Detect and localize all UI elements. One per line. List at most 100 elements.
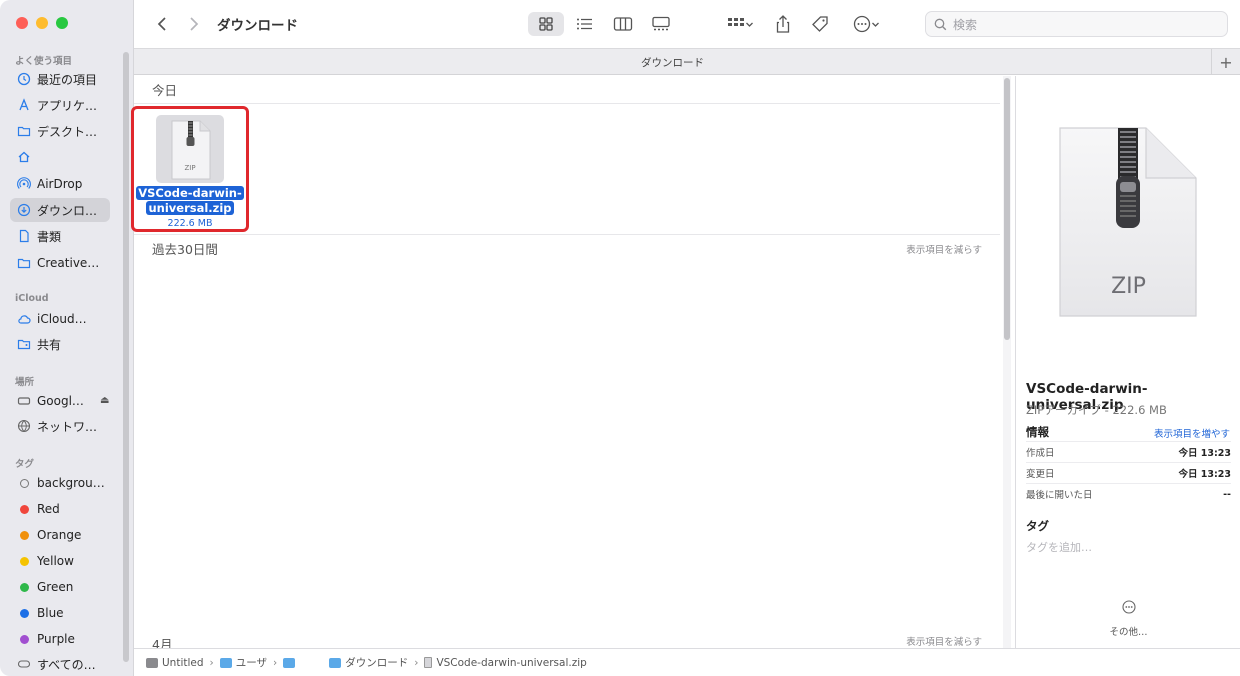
zip-file-icon: ZIP: [156, 115, 224, 183]
sidebar-item-label: Creative…: [37, 256, 100, 270]
search-placeholder: 検索: [953, 17, 978, 32]
path-crumb-untitled[interactable]: Untitled: [146, 657, 204, 669]
sidebar-item-applications[interactable]: アプリケ…: [10, 93, 110, 117]
sidebar-tag-red[interactable]: Red: [10, 497, 110, 521]
eject-icon[interactable]: ⏏: [100, 395, 109, 406]
new-tab-button[interactable]: +: [1211, 49, 1240, 75]
group-title: 過去30日間: [152, 242, 218, 257]
show-more-link[interactable]: 表示項目を増やす: [1154, 426, 1230, 440]
sidebar-item-label: すべての…: [37, 657, 96, 672]
file-name-line2: universal.zip: [146, 201, 234, 215]
ellipsis-circle-icon[interactable]: [1122, 600, 1136, 614]
sidebar-item-label: Green: [37, 580, 74, 594]
file-browser: 今日 過去30日間 表示項目を減らす 4月 表示項目を減らす: [134, 76, 1002, 650]
sidebar-tag-background[interactable]: backgrou…: [10, 471, 110, 495]
window-controls: [16, 17, 68, 29]
sidebar-item-label: AirDrop: [37, 177, 83, 191]
file-name[interactable]: VSCode-darwin- universal.zip: [134, 186, 246, 216]
file-name-line1: VSCode-darwin-: [136, 186, 244, 200]
info-row-last-opened: 最後に開いた日 --: [1026, 483, 1231, 504]
tag-button[interactable]: [809, 12, 831, 36]
sidebar-item-label: Yellow: [37, 554, 74, 568]
group-title: 今日: [152, 83, 178, 98]
sidebar-tag-all[interactable]: すべての…: [10, 652, 110, 676]
sidebar-item-label: Orange: [37, 528, 82, 542]
zip-file-icon: [424, 657, 433, 668]
sidebar-item-creative[interactable]: Creative…: [10, 251, 110, 275]
file-item-vscode-zip[interactable]: ZIP VSCode-darwin- universal.zip 222.6 M…: [131, 106, 249, 232]
sidebar-tag-yellow[interactable]: Yellow: [10, 549, 110, 573]
sidebar: よく使う項目 最近の項目 アプリケ… デスクト… AirDrop ダウンロ… 書…: [0, 0, 134, 676]
sidebar-item-google-drive[interactable]: Googl… ⏏: [10, 389, 110, 413]
home-folder-icon: [283, 657, 296, 668]
more-button-label[interactable]: その他…: [1016, 624, 1240, 638]
chevron-right-icon: [190, 17, 199, 31]
folder-icon: [17, 256, 31, 270]
cloud-icon: [17, 312, 31, 326]
group-by-button[interactable]: [722, 12, 758, 36]
sidebar-item-airdrop[interactable]: AirDrop: [10, 172, 110, 196]
purple-tag-icon: [17, 632, 31, 646]
folder-icon: [329, 657, 342, 668]
close-button[interactable]: [16, 17, 28, 29]
crumb-label: VSCode-darwin-universal.zip: [436, 656, 587, 669]
sidebar-scrollbar[interactable]: [123, 52, 129, 662]
folder-icon: [17, 124, 31, 138]
content-scrollbar[interactable]: [1003, 76, 1011, 648]
share-icon: [776, 15, 790, 33]
sidebar-section-tags: タグ: [15, 459, 35, 470]
sidebar-tag-green[interactable]: Green: [10, 575, 110, 599]
column-view-button[interactable]: [610, 12, 636, 36]
zip-thumb-label: ZIP: [184, 164, 196, 172]
sidebar-item-icloud-drive[interactable]: iCloud…: [10, 307, 110, 331]
sidebar-item-label: ダウンロ…: [37, 203, 98, 218]
forward-button[interactable]: [184, 12, 204, 36]
minimize-button[interactable]: [36, 17, 48, 29]
sidebar-item-shared[interactable]: 共有: [10, 332, 110, 356]
path-separator-icon: ›: [209, 656, 214, 669]
grid-icon: [539, 17, 553, 31]
tab-downloads[interactable]: ダウンロード: [134, 55, 1211, 70]
path-crumb-downloads[interactable]: ダウンロード: [329, 655, 408, 670]
green-tag-icon: [17, 580, 31, 594]
more-actions-button[interactable]: [848, 12, 884, 36]
red-tag-icon: [17, 502, 31, 516]
gallery-view-button[interactable]: [648, 12, 674, 36]
sidebar-item-home[interactable]: [10, 145, 110, 169]
info-value: 今日 13:23: [1178, 469, 1231, 480]
path-separator-icon: ›: [273, 656, 278, 669]
gallery-icon: [652, 16, 670, 31]
back-button[interactable]: [152, 12, 172, 36]
sidebar-tag-purple[interactable]: Purple: [10, 627, 110, 651]
sidebar-item-network[interactable]: ネットワ…: [10, 414, 110, 438]
show-less-link[interactable]: 表示項目を減らす: [906, 634, 982, 648]
crumb-label: Untitled: [162, 656, 204, 669]
info-value: 今日 13:23: [1178, 448, 1231, 459]
sidebar-item-label: Purple: [37, 632, 75, 646]
tag-icon: [812, 16, 828, 32]
add-tags-field[interactable]: タグを追加…: [1026, 539, 1092, 555]
group-grid-icon: [727, 18, 744, 26]
show-less-link[interactable]: 表示項目を減らす: [906, 242, 982, 256]
list-view-button[interactable]: [572, 12, 598, 36]
tags-header: タグ: [1026, 519, 1049, 533]
zoom-button[interactable]: [56, 17, 68, 29]
sidebar-item-desktop[interactable]: デスクト…: [10, 119, 110, 143]
sidebar-item-documents[interactable]: 書類: [10, 224, 110, 248]
sidebar-section-icloud: iCloud: [15, 293, 49, 304]
search-field[interactable]: 検索: [925, 11, 1228, 37]
finder-window: よく使う項目 最近の項目 アプリケ… デスクト… AirDrop ダウンロ… 書…: [0, 0, 1240, 676]
sidebar-tag-blue[interactable]: Blue: [10, 601, 110, 625]
scroll-thumb[interactable]: [1004, 78, 1010, 340]
path-crumb-file[interactable]: VSCode-darwin-universal.zip: [424, 656, 587, 669]
share-button[interactable]: [772, 12, 794, 36]
crumb-label: ユーザ: [235, 657, 268, 669]
icon-view-button[interactable]: [528, 12, 564, 36]
sidebar-tag-orange[interactable]: Orange: [10, 523, 110, 547]
path-crumb-user-home[interactable]: [283, 657, 329, 668]
path-crumb-users[interactable]: ユーザ: [219, 655, 268, 670]
sidebar-item-downloads[interactable]: ダウンロ…: [10, 198, 110, 222]
chevron-down-icon: [745, 22, 753, 27]
sidebar-item-label: 最近の項目: [37, 72, 98, 87]
sidebar-item-recents[interactable]: 最近の項目: [10, 67, 110, 91]
